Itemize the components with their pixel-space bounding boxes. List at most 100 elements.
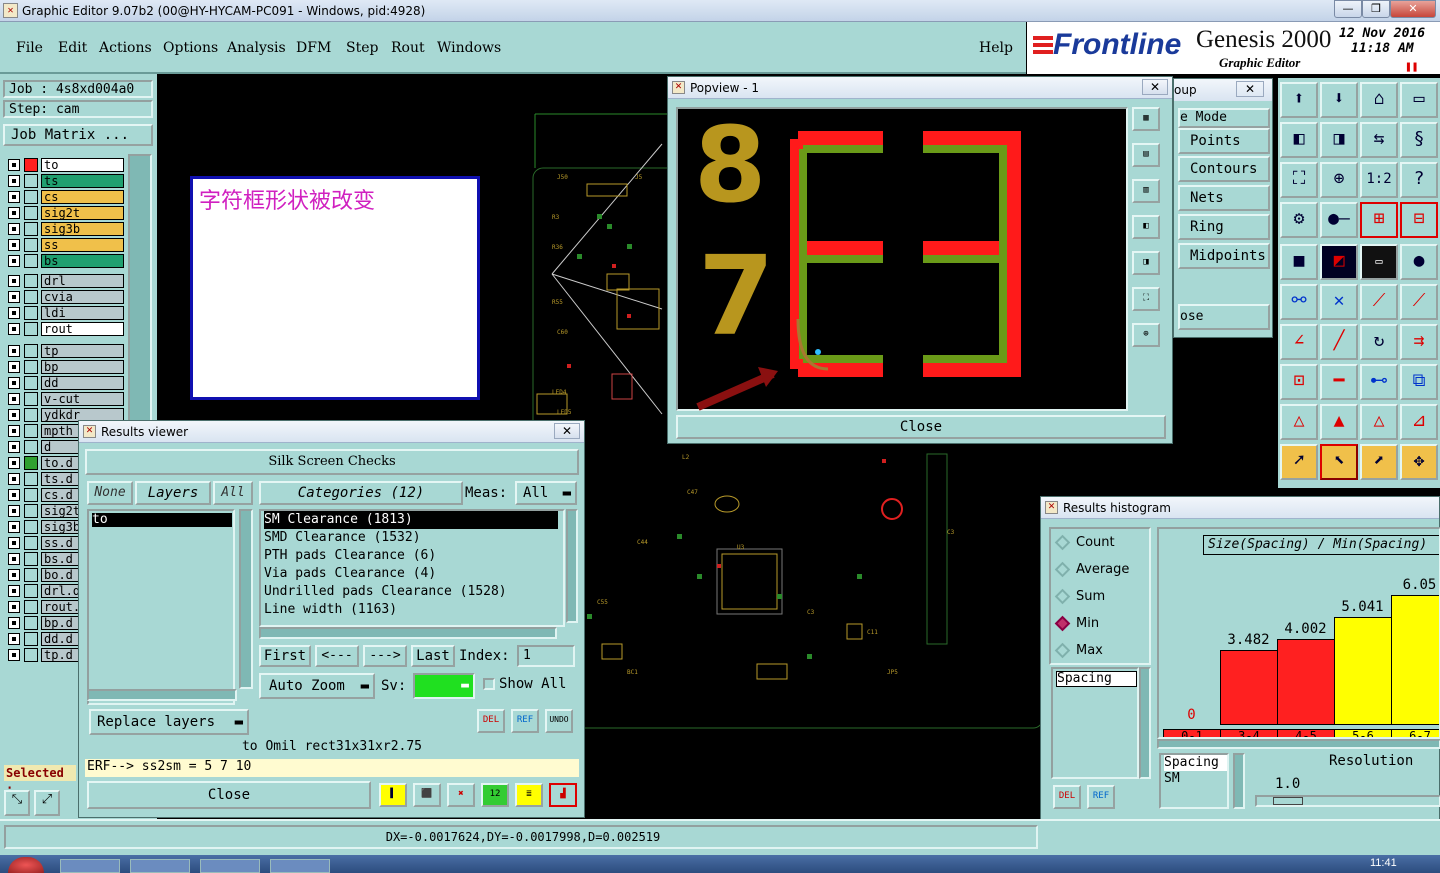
layer-checkbox[interactable] <box>8 239 20 251</box>
category-item[interactable]: PTH pads Clearance (6) <box>264 547 563 565</box>
layer-color-swatch[interactable] <box>24 408 38 422</box>
del-button[interactable]: DEL <box>477 709 505 733</box>
dimension-icon[interactable]: ⊷ <box>1360 364 1398 400</box>
measure-item-3[interactable]: SM <box>1164 771 1227 787</box>
route-icon[interactable]: § <box>1400 122 1438 158</box>
scale-icon[interactable]: 1:2 <box>1360 162 1398 198</box>
layer-checkbox[interactable] <box>8 441 20 453</box>
point-line-alt-icon[interactable]: ⟋ <box>1400 284 1438 320</box>
measure-list-2[interactable]: Spacing SM <box>1159 753 1229 809</box>
histogram-hscrollbar[interactable] <box>1157 739 1440 749</box>
layer-row[interactable]: ss <box>6 238 124 252</box>
results-close-button[interactable]: Close <box>87 781 371 809</box>
layer-row[interactable]: v-cut <box>6 392 124 406</box>
tab-mode[interactable]: e Mode <box>1178 108 1270 128</box>
pointer-select-icon[interactable]: ⬉ <box>1320 444 1358 480</box>
layer-color-swatch[interactable] <box>24 376 38 390</box>
triangle-ruler-icon[interactable]: ⊿ <box>1400 404 1438 440</box>
help-icon[interactable]: ? <box>1400 162 1438 198</box>
prev-button[interactable]: <--- <box>315 645 359 667</box>
category-scrollbar[interactable] <box>566 509 578 623</box>
layer-checkbox[interactable] <box>8 457 20 469</box>
histogram-del-button[interactable]: DEL <box>1053 785 1081 809</box>
layer-color-swatch[interactable] <box>24 536 38 550</box>
menu-edit[interactable]: Edit <box>58 40 87 56</box>
layer-checkbox[interactable] <box>8 489 20 501</box>
pointer-area-icon[interactable]: ⬈ <box>1360 444 1398 480</box>
export-icon[interactable]: ⬛ <box>413 783 441 807</box>
taskbar-item[interactable] <box>200 859 260 873</box>
histogram-icon[interactable]: ▟ <box>549 783 577 807</box>
popview-zoom-in-icon[interactable]: ▦ <box>1132 107 1160 131</box>
menu-windows[interactable]: Windows <box>437 40 501 56</box>
layer-checkbox[interactable] <box>8 255 20 267</box>
mode-count-radio[interactable]: Count <box>1054 534 1115 551</box>
layer-row[interactable]: sig3b <box>6 222 124 236</box>
layer-color-swatch[interactable] <box>24 306 38 320</box>
layer-color-swatch[interactable] <box>24 158 38 172</box>
taskbar-item[interactable] <box>130 859 190 873</box>
none-button[interactable]: None <box>87 481 133 505</box>
layer-color-swatch[interactable] <box>24 392 38 406</box>
line-icon[interactable]: ╱ <box>1320 324 1358 360</box>
mode-average-radio[interactable]: Average <box>1054 561 1129 578</box>
layer-checkbox[interactable] <box>8 473 20 485</box>
layer-checkbox[interactable] <box>8 585 20 597</box>
notes-icon[interactable]: ≣ <box>515 783 543 807</box>
layer-color-swatch[interactable] <box>24 632 38 646</box>
layer-color-swatch[interactable] <box>24 568 38 582</box>
connect-icon[interactable]: ⚯ <box>1280 284 1318 320</box>
menu-help[interactable]: Help <box>979 40 1013 56</box>
layer-row[interactable]: rout <box>6 322 124 336</box>
layer-checkbox[interactable] <box>8 275 20 287</box>
layer-color-swatch[interactable] <box>24 456 38 470</box>
layer-color-swatch[interactable] <box>24 174 38 188</box>
results-viewer-close-x[interactable]: ✕ <box>554 423 580 439</box>
layer-row[interactable]: bs <box>6 254 124 268</box>
menu-step[interactable]: Step <box>346 40 378 56</box>
layer-checkbox[interactable] <box>8 569 20 581</box>
triangle-alt-icon[interactable]: ▲ <box>1320 404 1358 440</box>
all-layers-button[interactable]: All <box>213 481 253 505</box>
layer-color-swatch[interactable] <box>24 552 38 566</box>
last-button[interactable]: Last <box>411 645 455 667</box>
mirror-icon[interactable]: ⇆ <box>1360 122 1398 158</box>
layer-checkbox[interactable] <box>8 361 20 373</box>
layer-color-swatch[interactable] <box>24 504 38 518</box>
layer-checkbox[interactable] <box>8 323 20 335</box>
layer-color-swatch[interactable] <box>24 274 38 288</box>
ref-button[interactable]: REF <box>511 709 539 733</box>
triangle-icon[interactable]: △ <box>1280 404 1318 440</box>
layer-checkbox[interactable] <box>8 291 20 303</box>
layer-checkbox[interactable] <box>8 393 20 405</box>
layer-color-swatch[interactable] <box>24 424 38 438</box>
layer-checkbox[interactable] <box>8 505 20 517</box>
histogram-category-label[interactable]: 4-5 <box>1277 729 1335 737</box>
layer-list-scrollbar[interactable] <box>239 509 253 689</box>
layer-checkbox[interactable] <box>8 159 20 171</box>
zoom-fit-icon[interactable]: ⛶ <box>1280 162 1318 198</box>
layer-color-swatch[interactable] <box>24 222 38 236</box>
minimize-button[interactable]: — <box>1334 0 1362 18</box>
layer-checkbox[interactable] <box>8 601 20 613</box>
layer-checkbox[interactable] <box>8 307 20 319</box>
home-icon[interactable]: ⌂ <box>1360 82 1398 118</box>
layer-color-swatch[interactable] <box>24 290 38 304</box>
layer-color-swatch[interactable] <box>24 488 38 502</box>
clear-icon[interactable]: ✖ <box>447 783 475 807</box>
report-icon[interactable]: ▌ <box>379 783 407 807</box>
layer-checkbox[interactable] <box>8 409 20 421</box>
layers-button[interactable]: Layers <box>135 481 211 505</box>
taskbar-item[interactable] <box>270 859 330 873</box>
first-button[interactable]: First <box>259 645 311 667</box>
measure-list[interactable]: Spacing <box>1051 667 1139 779</box>
category-item[interactable]: Line width (1163) <box>264 601 563 619</box>
layer-color-swatch[interactable] <box>24 344 38 358</box>
layer-row[interactable]: bp <box>6 360 124 374</box>
window-icon[interactable]: ▭ <box>1400 82 1438 118</box>
layer-row[interactable]: ldi <box>6 306 124 320</box>
close-window-button[interactable]: ✕ <box>1390 0 1436 18</box>
layer-color-swatch[interactable] <box>24 520 38 534</box>
layer-row[interactable]: sig2t <box>6 206 124 220</box>
category-item[interactable]: SM Clearance (1813) <box>264 511 558 529</box>
